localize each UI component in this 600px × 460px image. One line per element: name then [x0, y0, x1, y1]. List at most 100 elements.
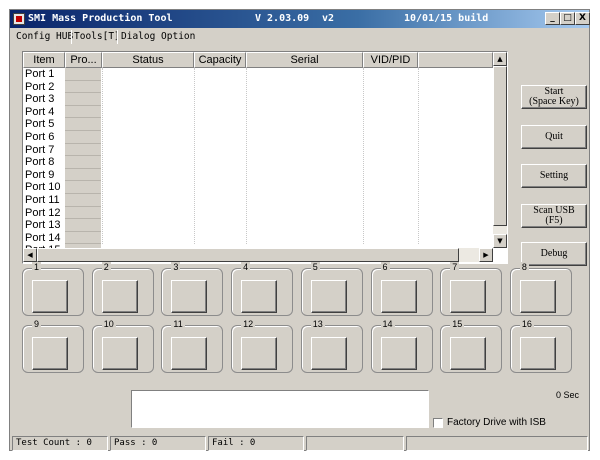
port-status-button[interactable] [171, 280, 208, 313]
port-status-button[interactable] [450, 280, 487, 313]
port-status-button[interactable] [380, 337, 417, 370]
port-status-button[interactable] [380, 280, 417, 313]
menu-separator [117, 30, 118, 44]
progress-cell [65, 105, 101, 119]
port-panel: 9 [22, 319, 84, 373]
table-row[interactable]: Port 5 [23, 118, 493, 131]
status-panel-empty [306, 436, 404, 451]
port-number: 2 [101, 262, 111, 273]
port-number: 11 [171, 319, 185, 330]
port-number: 1 [32, 262, 42, 273]
table-row[interactable]: Port 4 [23, 105, 493, 119]
version: V 2.03.09 [255, 13, 310, 24]
elapsed-timer: 0 Sec [556, 390, 580, 400]
progress-cell [65, 168, 101, 182]
start-button[interactable]: Start (Space Key) [521, 85, 587, 109]
port-panel: 16 [509, 319, 572, 373]
port-panel: 6 [370, 262, 433, 316]
menu-separator [71, 30, 72, 44]
vertical-scrollbar[interactable]: ▲ ▼ [493, 52, 507, 248]
port-label: Port 10 [25, 181, 61, 194]
port-status-button[interactable] [519, 337, 556, 370]
port-panel: 5 [300, 262, 363, 316]
table-row[interactable]: Port 13 [23, 219, 493, 232]
port-status-button[interactable] [241, 337, 278, 370]
table-row[interactable]: Port 6 [23, 130, 493, 144]
scroll-down-icon[interactable]: ▼ [493, 234, 507, 248]
progress-cell [65, 219, 101, 232]
debug-button[interactable]: Debug [521, 242, 587, 266]
col-status[interactable]: Status [102, 52, 194, 68]
factory-drive-checkbox[interactable] [433, 418, 443, 428]
port-panel: 4 [231, 262, 294, 316]
port-status-button[interactable] [241, 280, 278, 313]
setting-button[interactable]: Setting [521, 164, 587, 188]
col-item[interactable]: Item [23, 52, 65, 68]
progress-cell [65, 143, 101, 157]
close-button[interactable]: X [575, 12, 590, 25]
port-status-button[interactable] [101, 337, 138, 370]
scroll-right-icon[interactable]: ▶ [479, 248, 493, 262]
port-panel: 3 [161, 262, 224, 316]
scroll-up-icon[interactable]: ▲ [493, 52, 507, 66]
port-label: Port 13 [25, 219, 61, 232]
scroll-left-icon[interactable]: ◀ [23, 248, 37, 262]
vertical-scroll-thumb[interactable] [493, 66, 507, 226]
port-status-button[interactable] [171, 337, 208, 370]
port-list[interactable]: Item Pro... Status Capacity Serial VID/P… [22, 51, 508, 264]
port-panel: 12 [231, 319, 294, 373]
status-pass: Pass : 0 [110, 436, 206, 451]
port-label: Port 1 [25, 68, 55, 80]
table-row[interactable]: Port 7 [23, 143, 493, 157]
message-box [131, 390, 429, 428]
horizontal-scroll-thumb[interactable] [37, 248, 459, 262]
port-panel: 7 [440, 262, 503, 316]
port-number: 16 [519, 319, 534, 330]
table-row[interactable]: Port 10 [23, 181, 493, 194]
port-label: Port 3 [25, 93, 55, 106]
progress-cell [65, 156, 101, 169]
col-progress[interactable]: Pro... [65, 52, 102, 68]
port-label: Port 12 [25, 206, 61, 219]
table-row[interactable]: Port 1 [23, 68, 493, 81]
port-panel: 10 [91, 319, 154, 373]
port-number: 9 [32, 319, 42, 330]
port-status-button[interactable] [32, 280, 68, 313]
col-empty [418, 52, 493, 68]
horizontal-scrollbar[interactable]: ◀ ▶ [23, 248, 493, 262]
port-label: Port 5 [25, 118, 55, 131]
table-row[interactable]: Port 8 [23, 156, 493, 169]
list-rows: Port 1 Port 2 Port 3 Port 4 Port 5 Port 6 Port… [23, 68, 493, 248]
table-row[interactable]: Port 14 [23, 231, 493, 245]
col-serial[interactable]: Serial [246, 52, 363, 68]
table-row[interactable]: Port 2 [23, 80, 493, 94]
port-status-button[interactable] [32, 337, 68, 370]
port-panel: 8 [509, 262, 572, 316]
port-status-button[interactable] [101, 280, 138, 313]
port-number: 8 [519, 262, 529, 273]
table-row[interactable]: Port 11 [23, 193, 493, 207]
port-status-button[interactable] [450, 337, 487, 370]
maximize-button[interactable]: □ [560, 12, 575, 25]
table-row[interactable]: Port 9 [23, 168, 493, 182]
progress-cell [65, 181, 101, 194]
menu-config-hub[interactable]: Config HUB [16, 31, 73, 42]
progress-cell [65, 80, 101, 94]
table-row[interactable]: Port 3 [23, 93, 493, 106]
port-panel: 1 [22, 262, 84, 316]
minimize-button[interactable]: _ [545, 12, 560, 25]
table-row[interactable]: Port 12 [23, 206, 493, 220]
progress-cell [65, 68, 101, 81]
status-test-count: Test Count : 0 [12, 436, 108, 451]
port-status-button[interactable] [310, 337, 347, 370]
menu-tools[interactable]: Tools[T] [74, 31, 120, 42]
col-vid-pid[interactable]: VID/PID [363, 52, 418, 68]
port-label: Port 6 [25, 130, 55, 143]
col-capacity[interactable]: Capacity [194, 52, 246, 68]
scan-usb-button[interactable]: Scan USB (F5) [521, 204, 587, 228]
port-status-button[interactable] [519, 280, 556, 313]
port-label: Port 7 [25, 143, 55, 156]
port-status-button[interactable] [310, 280, 347, 313]
menu-dialog-option[interactable]: Dialog Option [121, 31, 195, 42]
quit-button[interactable]: Quit [521, 125, 587, 149]
